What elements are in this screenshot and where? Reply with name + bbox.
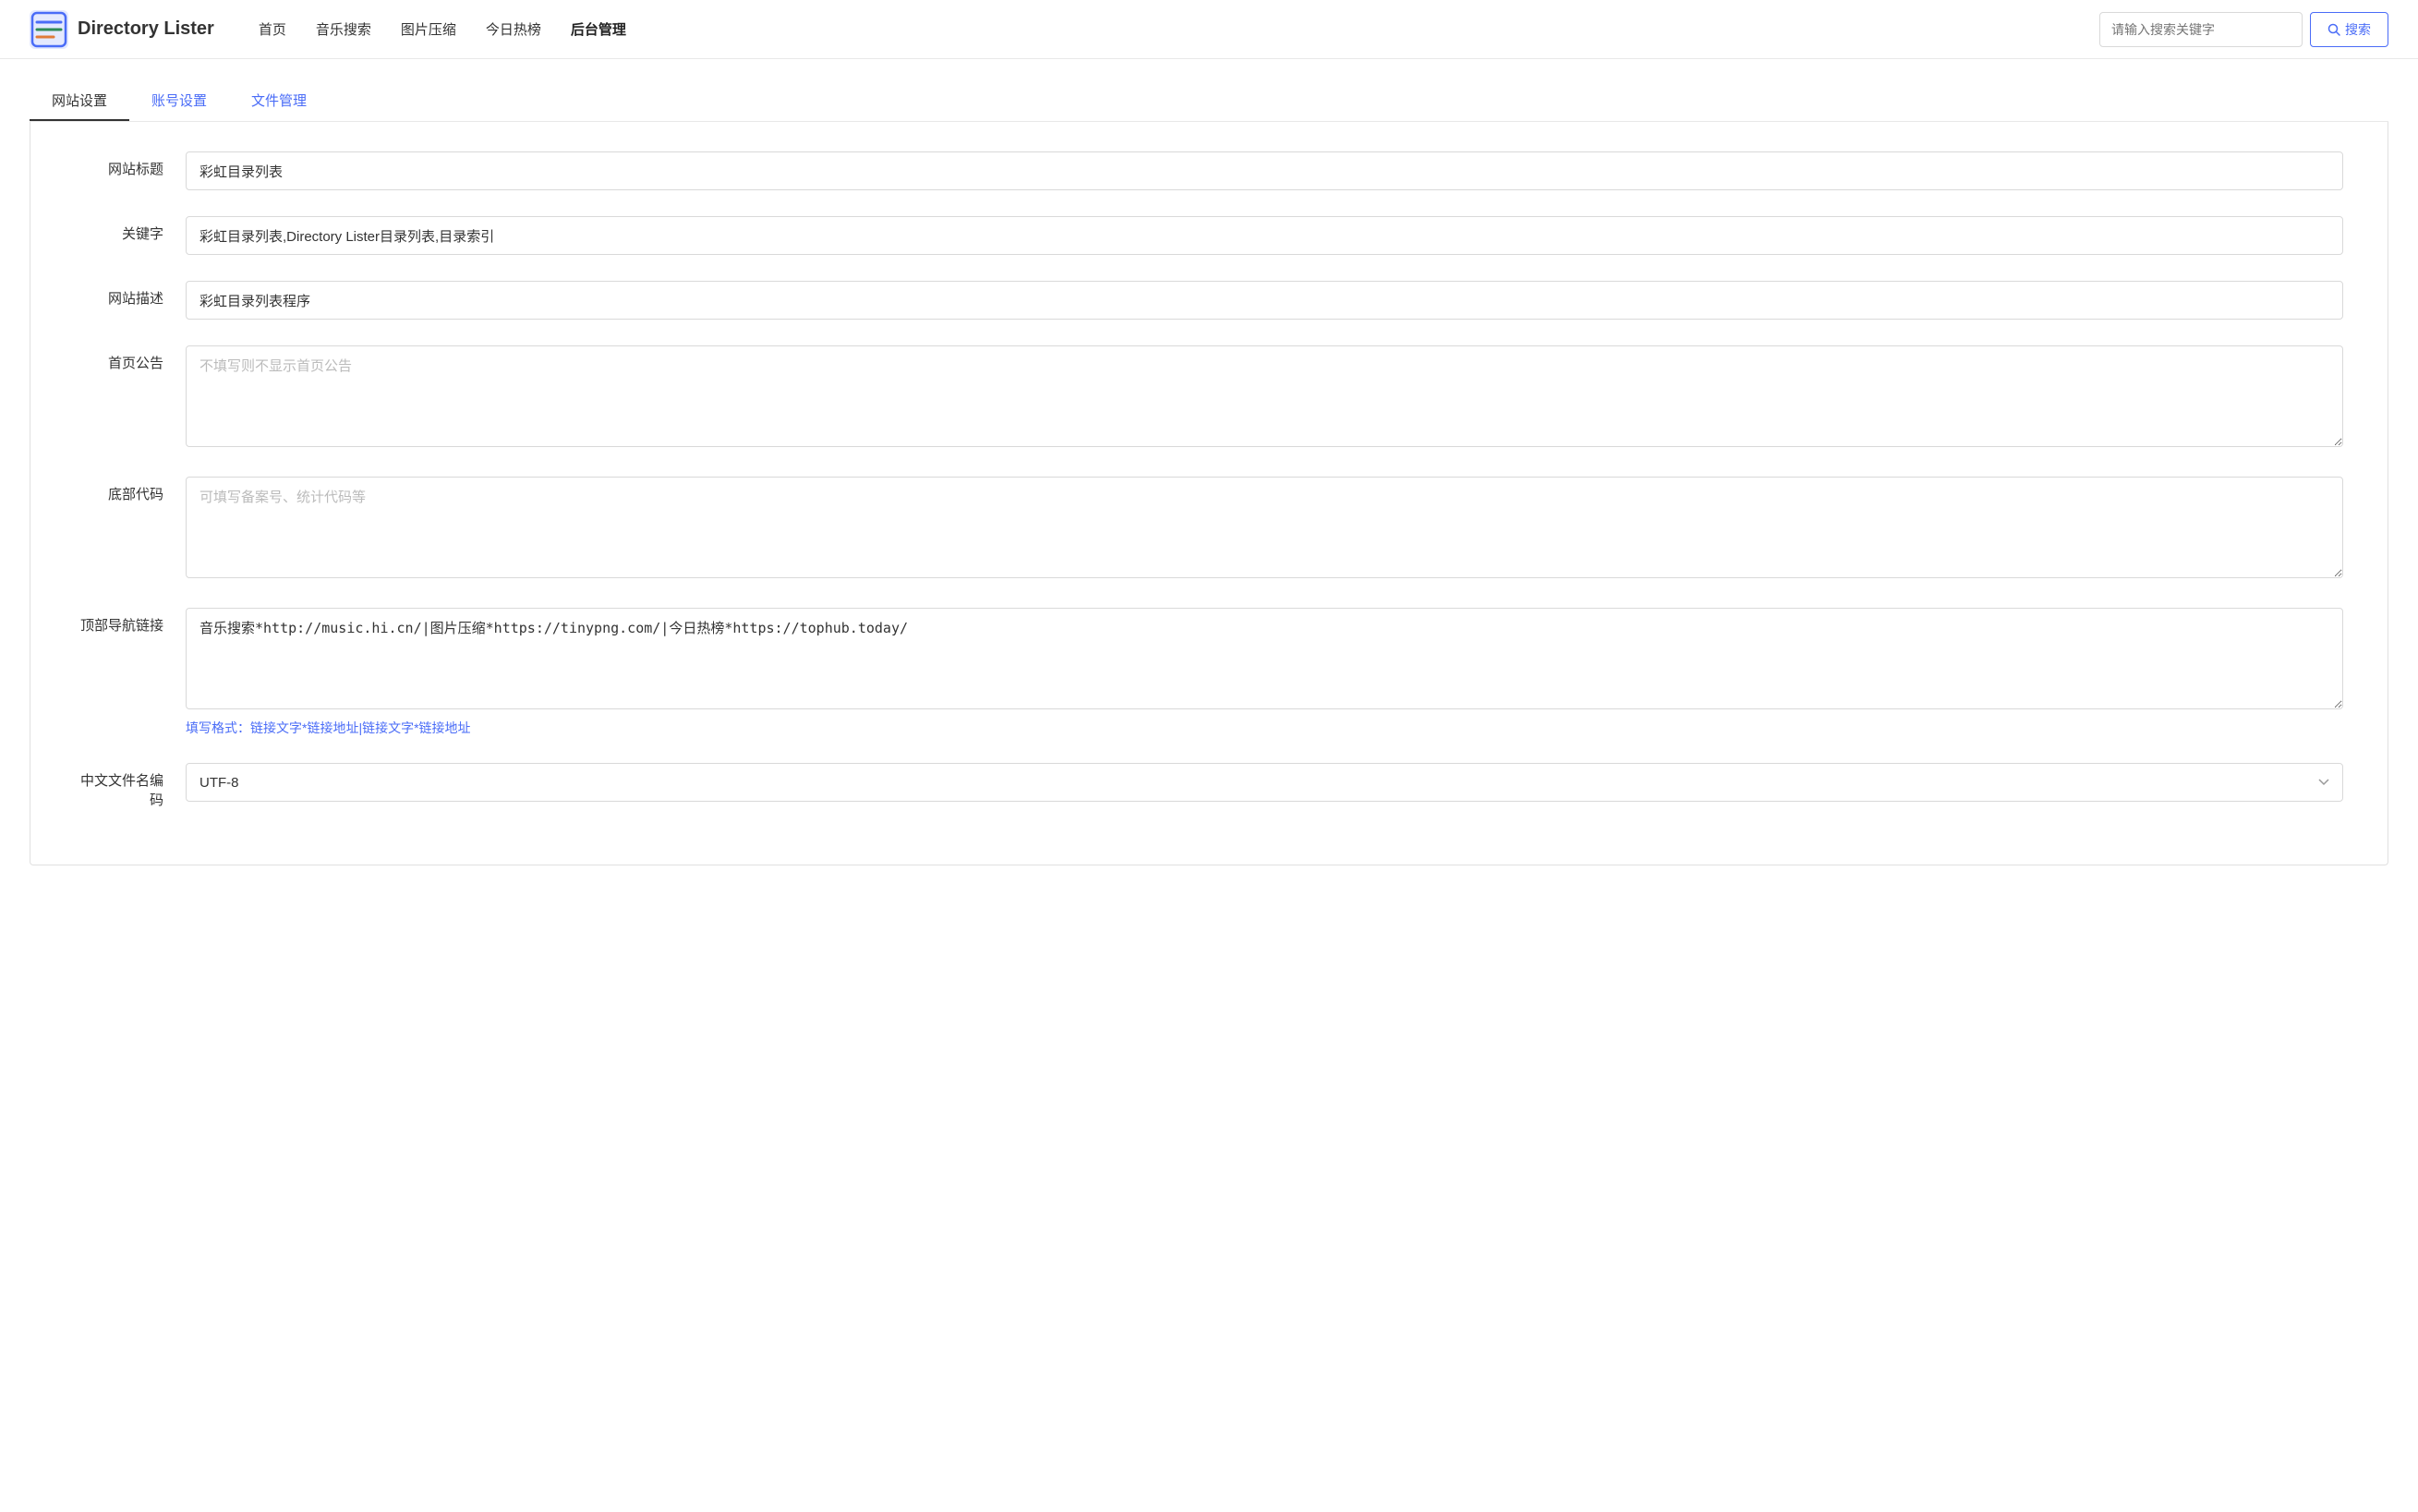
form-row-site-title: 网站标题 bbox=[30, 151, 2388, 190]
form-row-encoding: 中文文件名编码 UTF-8 GBK bbox=[30, 763, 2388, 809]
search-button[interactable]: 搜索 bbox=[2310, 12, 2388, 47]
tabs: 网站设置 账号设置 文件管理 bbox=[30, 81, 2388, 122]
form-row-nav-links: 顶部导航链接 音乐搜索*http://music.hi.cn/|图片压缩*htt… bbox=[30, 608, 2388, 737]
logo-text: Directory Lister bbox=[78, 18, 214, 40]
control-footer-code bbox=[186, 477, 2343, 582]
search-icon bbox=[2327, 23, 2340, 36]
control-nav-links: 音乐搜索*http://music.hi.cn/|图片压缩*https://ti… bbox=[186, 608, 2343, 737]
form-row-announcement: 首页公告 bbox=[30, 345, 2388, 451]
control-encoding: UTF-8 GBK bbox=[186, 763, 2343, 802]
label-announcement: 首页公告 bbox=[75, 345, 186, 372]
input-keywords[interactable] bbox=[186, 216, 2343, 255]
control-site-title bbox=[186, 151, 2343, 190]
nav-hot[interactable]: 今日热榜 bbox=[486, 16, 541, 42]
control-description bbox=[186, 281, 2343, 320]
search-button-label: 搜索 bbox=[2345, 20, 2371, 39]
tab-file-management[interactable]: 文件管理 bbox=[229, 81, 329, 121]
input-site-title[interactable] bbox=[186, 151, 2343, 190]
nav-music[interactable]: 音乐搜索 bbox=[316, 16, 371, 42]
label-footer-code: 底部代码 bbox=[75, 477, 186, 503]
textarea-footer-code[interactable] bbox=[186, 477, 2343, 578]
nav-links: 首页 音乐搜索 图片压缩 今日热榜 后台管理 bbox=[259, 16, 2099, 42]
control-keywords bbox=[186, 216, 2343, 255]
form-panel: 网站标题 关键字 网站描述 首页公告 底 bbox=[30, 122, 2388, 865]
nav-admin[interactable]: 后台管理 bbox=[571, 16, 626, 42]
label-keywords: 关键字 bbox=[75, 216, 186, 243]
label-description: 网站描述 bbox=[75, 281, 186, 308]
label-encoding: 中文文件名编码 bbox=[75, 763, 186, 809]
nav-links-hint: 填写格式：链接文字*链接地址|链接文字*链接地址 bbox=[186, 719, 2343, 737]
form-row-footer-code: 底部代码 bbox=[30, 477, 2388, 582]
header: Directory Lister 首页 音乐搜索 图片压缩 今日热榜 后台管理 … bbox=[0, 0, 2418, 59]
nav-image[interactable]: 图片压缩 bbox=[401, 16, 456, 42]
form-row-keywords: 关键字 bbox=[30, 216, 2388, 255]
search-area: 搜索 bbox=[2099, 12, 2388, 47]
select-encoding[interactable]: UTF-8 GBK bbox=[186, 763, 2343, 802]
main-content: 网站设置 账号设置 文件管理 网站标题 关键字 网站描述 首 bbox=[0, 59, 2418, 888]
nav-home[interactable]: 首页 bbox=[259, 16, 286, 42]
input-description[interactable] bbox=[186, 281, 2343, 320]
tab-site-settings[interactable]: 网站设置 bbox=[30, 81, 129, 121]
control-announcement bbox=[186, 345, 2343, 451]
search-input[interactable] bbox=[2099, 12, 2303, 47]
textarea-announcement[interactable] bbox=[186, 345, 2343, 447]
form-row-description: 网站描述 bbox=[30, 281, 2388, 320]
label-site-title: 网站标题 bbox=[75, 151, 186, 178]
tab-account-settings[interactable]: 账号设置 bbox=[129, 81, 229, 121]
logo-icon bbox=[30, 10, 68, 49]
label-nav-links: 顶部导航链接 bbox=[75, 608, 186, 635]
logo-link[interactable]: Directory Lister bbox=[30, 10, 214, 49]
textarea-nav-links[interactable]: 音乐搜索*http://music.hi.cn/|图片压缩*https://ti… bbox=[186, 608, 2343, 709]
